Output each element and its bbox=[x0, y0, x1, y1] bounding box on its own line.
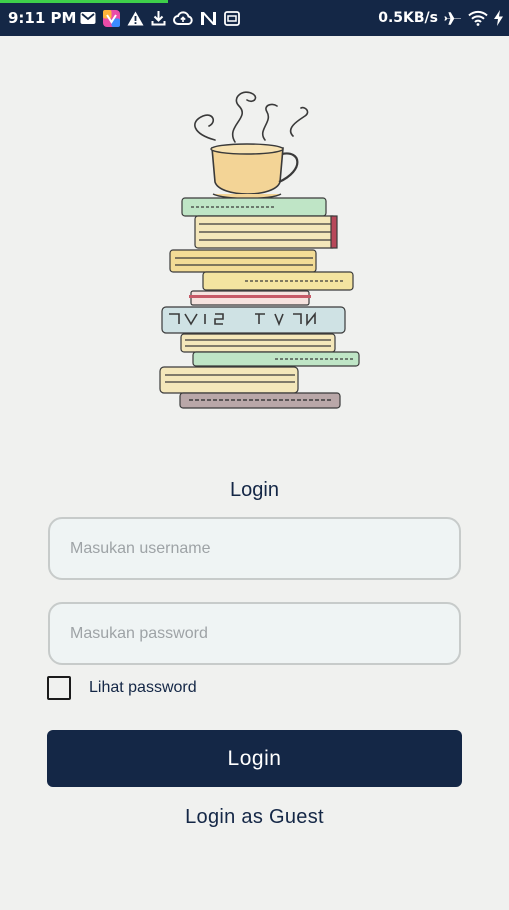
username-input[interactable] bbox=[50, 519, 459, 578]
show-password-checkbox[interactable] bbox=[47, 676, 71, 700]
password-input[interactable] bbox=[50, 604, 459, 663]
gallery-app-icon bbox=[103, 9, 120, 27]
cloud-icon bbox=[173, 11, 193, 25]
username-field[interactable] bbox=[48, 517, 461, 580]
network-speed: 0.5KB/s bbox=[378, 10, 438, 26]
notification-icons bbox=[80, 9, 240, 27]
mail-icon bbox=[80, 12, 96, 24]
n-app-icon bbox=[201, 11, 216, 25]
coffee-books-illustration bbox=[159, 91, 360, 409]
download-icon bbox=[151, 11, 166, 26]
show-password-label[interactable]: Lihat password bbox=[89, 679, 197, 697]
charging-icon bbox=[494, 10, 503, 26]
login-button[interactable]: Login bbox=[47, 730, 462, 787]
warning-icon bbox=[127, 11, 144, 25]
login-title: Login bbox=[230, 479, 279, 501]
show-password-row[interactable]: Lihat password bbox=[47, 674, 197, 702]
status-bar: 9:11 PM 0.5KB/s bbox=[0, 0, 509, 36]
page-load-progress bbox=[0, 0, 168, 3]
system-status: 0.5KB/s bbox=[378, 9, 503, 27]
login-as-guest-link[interactable]: Login as Guest bbox=[0, 804, 509, 830]
password-field[interactable] bbox=[48, 602, 461, 665]
screenshot-icon bbox=[224, 10, 240, 26]
wifi-icon bbox=[468, 10, 488, 26]
airplane-icon bbox=[444, 11, 461, 25]
status-time: 9:11 PM bbox=[8, 9, 77, 27]
